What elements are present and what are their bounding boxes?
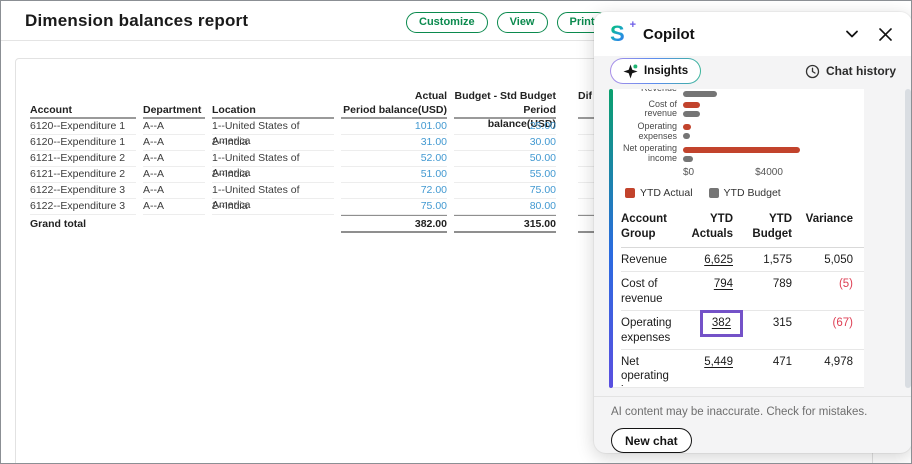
- column-header-department: Department: [143, 103, 205, 119]
- table-row: 6122--Expenditure 3 A--A 1--United State…: [30, 183, 665, 199]
- bar-net-actual: [683, 147, 800, 153]
- chart-legend: YTD Actual YTD Budget: [625, 187, 864, 199]
- summary-row-cost-of-revenue: Cost of revenue 794 789 (5): [621, 272, 864, 311]
- legend-ytd-budget: YTD Budget: [709, 187, 781, 199]
- summary-row-revenue: Revenue 6,625 1,575 5,050: [621, 248, 864, 272]
- page-title: Dimension balances report: [25, 11, 248, 31]
- x-tick-zero: $0: [683, 167, 694, 178]
- group-header-budget: Budget - Std Budget: [454, 90, 556, 102]
- copilot-footer: AI content may be inaccurate. Check for …: [594, 396, 912, 453]
- new-chat-button[interactable]: New chat: [611, 428, 692, 453]
- x-tick-4000: $4000: [755, 167, 783, 178]
- insight-message-card: Revenue Cost of revenue: [613, 89, 864, 388]
- bar-net-budget: [683, 156, 693, 162]
- actual-value-link[interactable]: 72.00: [421, 184, 447, 196]
- copilot-title: Copilot: [643, 26, 841, 43]
- app-window: Dimension balances report Customize View…: [0, 0, 912, 464]
- bar-revenue-budget: [683, 91, 717, 97]
- budget-value-link[interactable]: 80.00: [530, 200, 556, 212]
- actual-value-link[interactable]: 75.00: [421, 200, 447, 212]
- copilot-header: S + Copilot: [594, 12, 912, 56]
- table-row: 6121--Expenditure 2 A--A 2--India 51.00 …: [30, 167, 665, 183]
- drill-link[interactable]: 794: [714, 278, 733, 290]
- customize-button[interactable]: Customize: [406, 12, 488, 33]
- bar-opex-actual: [683, 124, 691, 130]
- summary-row-net-operating-income: Net operating income 5,449 471 4,978: [621, 350, 864, 388]
- actual-value-link[interactable]: 101.00: [415, 120, 447, 132]
- copilot-panel: S + Copilot Insights Chat history: [594, 12, 912, 453]
- actual-value-link[interactable]: 52.00: [421, 152, 447, 164]
- report-table: Actual Budget - Std Budget Dif Account D…: [30, 88, 665, 233]
- chart-row-operating-expenses: Operating expenses: [619, 120, 864, 142]
- copilot-logo-icon: S +: [610, 22, 634, 46]
- copilot-message-area: Revenue Cost of revenue: [594, 86, 912, 453]
- view-button[interactable]: View: [497, 12, 548, 33]
- drill-link[interactable]: 6,625: [704, 254, 733, 266]
- copilot-toolbar: Insights Chat history: [594, 56, 912, 86]
- table-row: 6122--Expenditure 3 A--A 2--India 75.00 …: [30, 199, 665, 215]
- chat-history-button[interactable]: Chat history: [805, 64, 896, 79]
- table-group-header-row: Actual Budget - Std Budget Dif: [30, 88, 665, 103]
- profit-loss-chart: Revenue Cost of revenue: [619, 89, 864, 165]
- drill-link[interactable]: 382: [712, 317, 731, 329]
- legend-swatch-budget: [709, 188, 719, 198]
- chevron-down-icon: [843, 25, 861, 43]
- column-header-budget-balance: Period balance(USD): [454, 103, 556, 119]
- minimize-panel-button[interactable]: [841, 23, 863, 45]
- close-panel-button[interactable]: [875, 24, 896, 45]
- summary-row-operating-expenses: Operating expenses 382 315 (67): [621, 311, 864, 350]
- legend-ytd-actual: YTD Actual: [625, 187, 693, 199]
- budget-value-link[interactable]: 25.00: [530, 120, 556, 132]
- table-column-header-row: Account Department Location Period balan…: [30, 103, 665, 119]
- budget-value-link[interactable]: 75.00: [530, 184, 556, 196]
- table-row: 6120--Expenditure 1 A--A 2--India 31.00 …: [30, 135, 665, 151]
- close-icon: [877, 26, 894, 43]
- chart-row-cost-of-revenue: Cost of revenue: [619, 98, 864, 120]
- column-header-location: Location: [212, 103, 334, 119]
- legend-swatch-actual: [625, 188, 635, 198]
- group-header-actual: Actual: [341, 90, 447, 102]
- ai-disclaimer: AI content may be inaccurate. Check for …: [611, 406, 896, 418]
- sparkle-icon: [623, 64, 638, 79]
- clock-icon: [805, 64, 820, 79]
- table-row: 6120--Expenditure 1 A--A 1--United State…: [30, 119, 665, 135]
- summary-header-row: Account Group YTD Actuals YTD Budget Var…: [621, 207, 864, 248]
- grand-total-row: Grand total 382.00 315.00: [30, 215, 665, 233]
- actual-value-link[interactable]: 31.00: [421, 136, 447, 148]
- chart-x-axis: $0 $4000: [683, 167, 864, 179]
- budget-value-link[interactable]: 50.00: [530, 152, 556, 164]
- insights-button[interactable]: Insights: [610, 58, 701, 84]
- column-header-actual-balance: Period balance(USD): [341, 103, 447, 119]
- grand-total-budget: 315.00: [454, 215, 556, 233]
- chart-row-revenue: Revenue: [619, 89, 864, 98]
- budget-value-link[interactable]: 55.00: [530, 168, 556, 180]
- budget-value-link[interactable]: 30.00: [530, 136, 556, 148]
- bar-cost-actual: [683, 102, 700, 108]
- table-row: 6121--Expenditure 2 A--A 1--United State…: [30, 151, 665, 167]
- drill-link[interactable]: 5,449: [704, 356, 733, 368]
- bar-opex-budget: [683, 133, 690, 139]
- copilot-summary-table: Account Group YTD Actuals YTD Budget Var…: [619, 207, 864, 388]
- grand-total-actual: 382.00: [341, 215, 447, 233]
- chart-row-net-operating-income: Net operating income: [619, 143, 864, 165]
- actual-value-link[interactable]: 51.00: [421, 168, 447, 180]
- bar-cost-budget: [683, 111, 700, 117]
- copilot-scrollbar[interactable]: [905, 89, 911, 388]
- grand-total-label: Grand total: [30, 218, 136, 230]
- column-header-account: Account: [30, 103, 136, 119]
